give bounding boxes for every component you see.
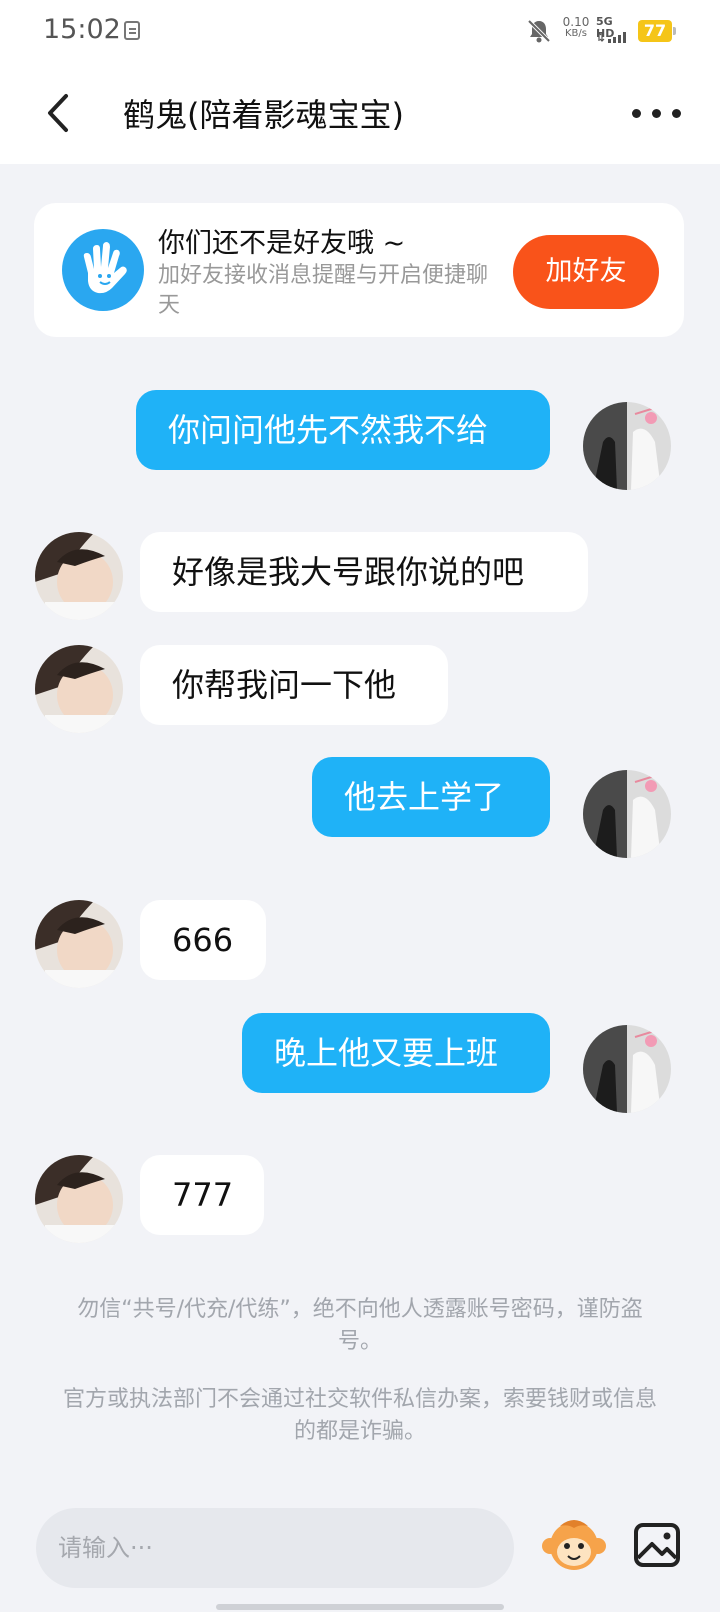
contact-avatar[interactable] (35, 645, 123, 733)
more-dots-icon (652, 109, 661, 118)
speed-unit: KB/s (565, 28, 587, 39)
more-dots-icon (672, 109, 681, 118)
more-button[interactable] (632, 98, 682, 128)
add-friend-button[interactable]: 加好友 (513, 235, 659, 309)
contact-avatar[interactable] (35, 900, 123, 988)
outgoing-message[interactable]: 你问问他先不然我不给 (136, 390, 550, 470)
chevron-left-icon (48, 94, 68, 132)
message-input[interactable] (36, 1508, 514, 1588)
friend-request-card: 你们还不是好友哦 ~ 加好友接收消息提醒与开启便捷聊天 加好友 (34, 203, 684, 337)
friend-card-description: 加好友接收消息提醒与开启便捷聊天 (158, 263, 489, 318)
incoming-message[interactable]: 666 (140, 900, 266, 980)
file-icon (124, 21, 140, 40)
battery-indicator: 77 (638, 20, 676, 42)
status-bar: 15:02 0.10 KB/s 5G HD 77 (0, 0, 720, 62)
my-avatar[interactable] (583, 1025, 671, 1113)
status-time: 15:02 (43, 14, 121, 45)
image-icon (634, 1523, 680, 1567)
my-avatar[interactable] (583, 770, 671, 858)
my-avatar[interactable] (583, 402, 671, 490)
incoming-message[interactable]: 你帮我问一下他 (140, 645, 448, 725)
network-speed: 0.10 KB/s (558, 16, 594, 40)
fraud-notice: 官方或执法部门不会通过社交软件私信办案，索要钱财或信息的都是诈骗。 (62, 1387, 657, 1444)
signal-icon (597, 32, 626, 43)
speed-value: 0.10 (562, 15, 590, 29)
chat-screen: 15:02 0.10 KB/s 5G HD 77 鹤鬼(陪着影魂宝宝) 你们还不… (0, 0, 720, 1612)
incoming-message[interactable]: 777 (140, 1155, 264, 1235)
home-indicator (216, 1604, 504, 1610)
message-input-bar (0, 1480, 720, 1612)
waving-hand-icon (62, 229, 144, 311)
chat-header: 鹤鬼(陪着影魂宝宝) (0, 62, 720, 164)
safety-notice: 勿信“共号/代充/代练”，绝不向他人透露账号密码，谨防盗号。 (77, 1297, 643, 1354)
monkey-emoji-icon (542, 1520, 606, 1570)
friend-card-title: 你们还不是好友哦 ~ (158, 228, 406, 259)
emoji-button[interactable] (540, 1512, 608, 1580)
image-button[interactable] (632, 1520, 682, 1570)
outgoing-message[interactable]: 他去上学了 (312, 757, 550, 837)
outgoing-message[interactable]: 晚上他又要上班 (242, 1013, 550, 1093)
contact-avatar[interactable] (35, 532, 123, 620)
incoming-message[interactable]: 好像是我大号跟你说的吧 (140, 532, 588, 612)
bell-off-icon (527, 19, 551, 43)
chat-title: 鹤鬼(陪着影魂宝宝) (123, 96, 404, 134)
contact-avatar[interactable] (35, 1155, 123, 1243)
more-dots-icon (632, 109, 641, 118)
back-button[interactable] (38, 88, 82, 138)
